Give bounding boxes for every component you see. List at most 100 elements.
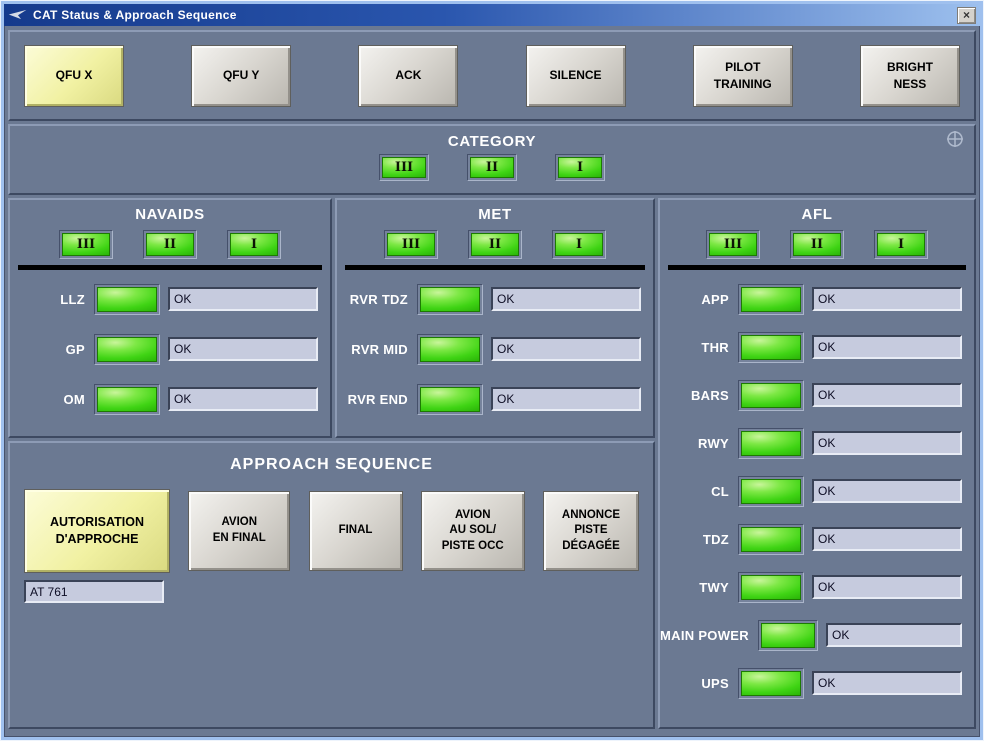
lamp-face	[741, 431, 801, 456]
met-lamp-cat3: III	[384, 230, 438, 259]
lamp-face: II	[471, 233, 519, 256]
category-lamp-cat2: II	[467, 154, 517, 181]
lamp-face	[420, 337, 480, 362]
afl-lamp-cat1: I	[874, 230, 928, 259]
category-lamp-cat3: III	[379, 154, 429, 181]
thr-lamp	[738, 332, 804, 363]
twy-status-field: OK	[812, 575, 962, 599]
rvr-tdz-status-field: OK	[491, 287, 641, 311]
met-panel: MET III II I RVR TDZ OK RVR MID OK RVR E…	[335, 198, 655, 438]
cl-lamp	[738, 476, 804, 507]
bars-label: BARS	[660, 388, 738, 403]
thr-label: THR	[660, 340, 738, 355]
tdz-label: TDZ	[660, 532, 738, 547]
button-autorisation-dapproche[interactable]: AUTORISATION D'APPROCHE	[24, 489, 170, 573]
navaids-lamp-cat3: III	[59, 230, 113, 259]
lamp-face: III	[382, 157, 426, 178]
rvr-end-status-field: OK	[491, 387, 641, 411]
button-annonce-piste-degagee[interactable]: ANNONCE PISTE DÉGAGÉE	[543, 491, 639, 571]
divider	[345, 265, 645, 270]
button-pilot-training[interactable]: PILOT TRAINING	[693, 45, 793, 107]
om-label: OM	[10, 392, 94, 407]
lamp-face	[741, 671, 801, 696]
status-row-app: APP OK	[660, 283, 974, 315]
close-button[interactable]: ×	[957, 7, 976, 24]
gp-label: GP	[10, 342, 94, 357]
bars-lamp	[738, 380, 804, 411]
afl-panel: AFL III II I APP OK THR OK BARS OK RWY O…	[658, 198, 976, 729]
lamp-face	[741, 383, 801, 408]
button-avion-en-final[interactable]: AVION EN FINAL	[188, 491, 290, 571]
bars-status-field: OK	[812, 383, 962, 407]
category-lamps: III II I	[10, 154, 974, 181]
rwy-lamp	[738, 428, 804, 459]
lamp-face: III	[709, 233, 757, 256]
window-title: CAT Status & Approach Sequence	[33, 8, 237, 22]
toolbar-panel: QFU X QFU Y ACK SILENCE PILOT TRAINING B…	[8, 30, 976, 121]
status-row-cl: CL OK	[660, 475, 974, 507]
lamp-face	[97, 387, 157, 412]
category-lamp-cat1: I	[555, 154, 605, 181]
navaids-category-lamps: III II I	[10, 230, 330, 259]
llz-lamp	[94, 284, 160, 315]
afl-lamp-cat2: II	[790, 230, 844, 259]
lamp-face: III	[387, 233, 435, 256]
status-row-main-power: MAIN POWER OK	[660, 619, 974, 651]
button-silence[interactable]: SILENCE	[526, 45, 626, 107]
status-row-om: OM OK	[10, 383, 330, 415]
llz-status-field: OK	[168, 287, 318, 311]
lamp-face: III	[62, 233, 110, 256]
button-avion-au-sol-piste-occ[interactable]: AVION AU SOL/ PISTE OCC	[421, 491, 525, 571]
thr-status-field: OK	[812, 335, 962, 359]
status-row-rvr-mid: RVR MID OK	[337, 333, 653, 365]
main-power-label: MAIN POWER	[660, 628, 758, 643]
om-lamp	[94, 384, 160, 415]
close-icon: ×	[963, 9, 970, 21]
titlebar[interactable]: CAT Status & Approach Sequence ×	[4, 4, 980, 26]
lamp-face: I	[877, 233, 925, 256]
twy-lamp	[738, 572, 804, 603]
button-qfu-y[interactable]: QFU Y	[191, 45, 291, 107]
button-final[interactable]: FINAL	[309, 491, 403, 571]
tdz-status-field: OK	[812, 527, 962, 551]
gp-lamp	[94, 334, 160, 365]
approach-sequence-title: APPROACH SEQUENCE	[10, 456, 653, 474]
lamp-face	[97, 337, 157, 362]
category-panel: CATEGORY III II I	[8, 124, 976, 195]
afl-title: AFL	[660, 206, 974, 223]
ups-label: UPS	[660, 676, 738, 691]
llz-label: LLZ	[10, 292, 94, 307]
lamp-face	[741, 287, 801, 312]
gp-status-field: OK	[168, 337, 318, 361]
status-row-tdz: TDZ OK	[660, 523, 974, 555]
afl-lamp-cat3: III	[706, 230, 760, 259]
button-brightness[interactable]: BRIGHT NESS	[860, 45, 960, 107]
rvr-end-label: RVR END	[337, 392, 417, 407]
lamp-face: I	[558, 157, 602, 178]
status-row-gp: GP OK	[10, 333, 330, 365]
lamp-face	[741, 527, 801, 552]
approach-sequence-panel: APPROACH SEQUENCE AUTORISATION D'APPROCH…	[8, 441, 655, 729]
button-ack[interactable]: ACK	[358, 45, 458, 107]
status-row-rvr-end: RVR END OK	[337, 383, 653, 415]
met-category-lamps: III II I	[337, 230, 653, 259]
status-row-thr: THR OK	[660, 331, 974, 363]
main-power-lamp	[758, 620, 818, 651]
button-qfu-x[interactable]: QFU X	[24, 45, 124, 107]
rvr-mid-lamp	[417, 334, 483, 365]
navaids-panel: NAVAIDS III II I LLZ OK GP OK OM OK	[8, 198, 332, 438]
lamp-face: I	[230, 233, 278, 256]
ups-lamp	[738, 668, 804, 699]
met-lamp-cat2: II	[468, 230, 522, 259]
callsign-field[interactable]: AT 761	[24, 580, 164, 603]
lamp-face	[761, 623, 815, 648]
afl-category-lamps: III II I	[660, 230, 974, 259]
crosshair-icon	[945, 129, 965, 149]
status-row-rwy: RWY OK	[660, 427, 974, 459]
cl-status-field: OK	[812, 479, 962, 503]
divider	[18, 265, 322, 270]
lamp-face: I	[555, 233, 603, 256]
app-lamp	[738, 284, 804, 315]
lamp-face	[741, 575, 801, 600]
rwy-status-field: OK	[812, 431, 962, 455]
